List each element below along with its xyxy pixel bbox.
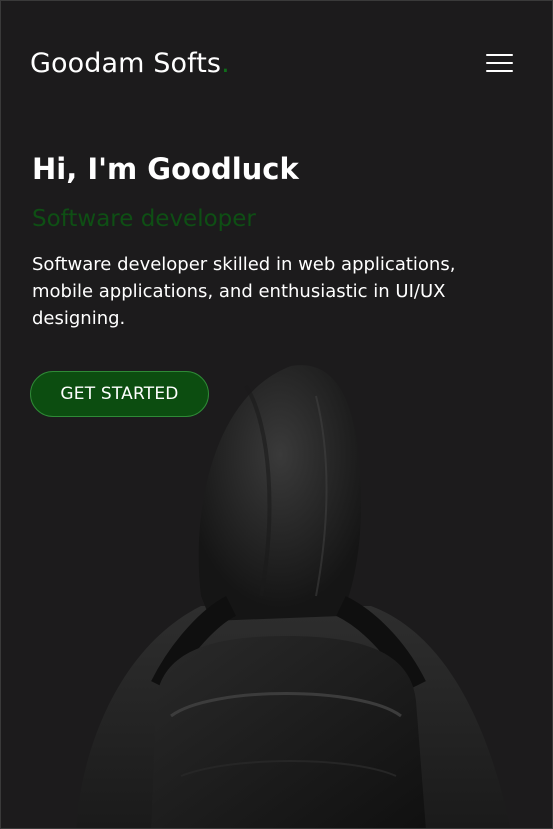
brand-dot: .	[221, 47, 230, 79]
hero-section: Hi, I'm Goodluck Software developer Soft…	[32, 151, 502, 332]
portfolio-page: Goodam Softs. Hi, I'm Goodluck Software …	[0, 0, 553, 829]
brand-name: Goodam Softs	[30, 47, 222, 79]
hero-role: Software developer	[32, 205, 256, 232]
get-started-button[interactable]: GET STARTED	[30, 371, 209, 417]
hero-hooded-figure-image	[76, 365, 511, 828]
hero-title: Hi, I'm Goodluck	[32, 152, 299, 186]
brand-logo[interactable]: Goodam Softs.	[30, 50, 230, 77]
hamburger-menu-icon[interactable]	[486, 52, 514, 74]
menu-line	[486, 69, 513, 72]
menu-line	[486, 61, 513, 65]
hero-description: Software developer skilled in web applic…	[32, 253, 456, 329]
menu-line	[486, 54, 513, 57]
site-header: Goodam Softs.	[30, 43, 514, 83]
